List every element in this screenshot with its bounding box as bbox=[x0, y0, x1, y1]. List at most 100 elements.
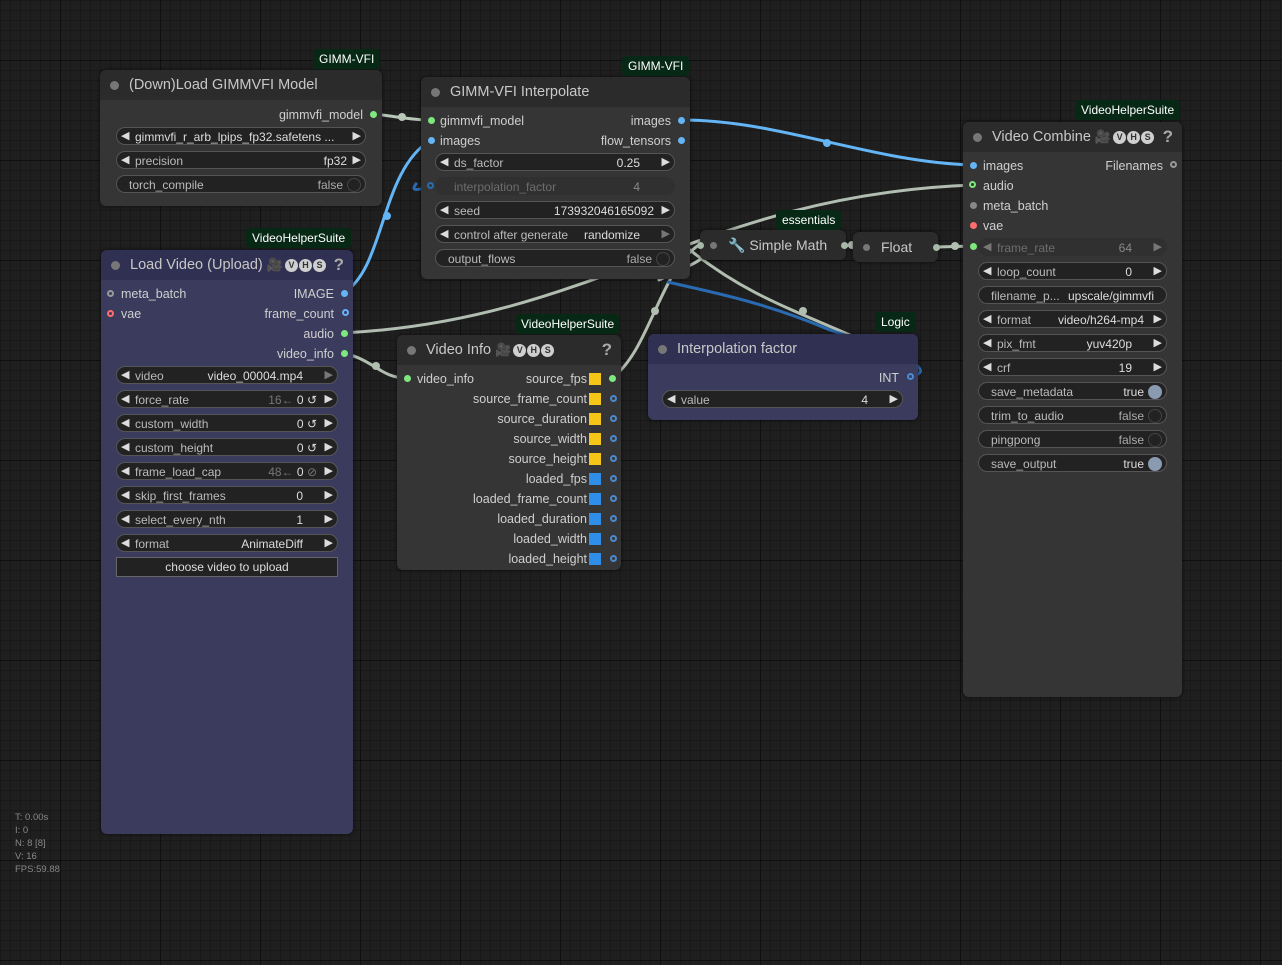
chevron-right-icon[interactable]: ▶ bbox=[890, 392, 898, 405]
wire-interp-factor[interactable] bbox=[688, 248, 852, 337]
chevron-right-icon[interactable]: ▶ bbox=[1154, 264, 1162, 277]
output-audio-port[interactable] bbox=[341, 330, 348, 337]
input-vae-port[interactable] bbox=[107, 310, 114, 317]
custom-height-input[interactable]: ◀ custom_height 0 ↺ ▶ bbox=[116, 438, 338, 456]
output-port[interactable] bbox=[933, 244, 940, 251]
input-video-info-port[interactable] bbox=[404, 375, 411, 382]
chevron-left-icon[interactable]: ◀ bbox=[667, 392, 675, 405]
help-icon[interactable]: ? bbox=[602, 340, 612, 360]
seed-input[interactable]: ◀ seed 173932046165092 ▶ bbox=[435, 201, 675, 219]
chevron-left-icon[interactable]: ◀ bbox=[983, 336, 991, 349]
input-vae-port[interactable] bbox=[970, 222, 977, 229]
frame-load-cap-input[interactable]: ◀ frame_load_cap 48← 0 ⊘ ▶ bbox=[116, 462, 338, 480]
chevron-right-icon[interactable]: ▶ bbox=[325, 440, 333, 453]
chevron-left-icon[interactable]: ◀ bbox=[121, 392, 129, 405]
collapse-dot[interactable] bbox=[863, 244, 870, 251]
help-icon[interactable]: ? bbox=[334, 255, 344, 275]
chevron-right-icon[interactable]: ▶ bbox=[325, 488, 333, 501]
model-selector[interactable]: ◀ gimmvfi_r_arb_lpips_fp32.safetens ... … bbox=[116, 127, 366, 145]
custom-width-input[interactable]: ◀ custom_width 0 ↺ ▶ bbox=[116, 414, 338, 432]
chevron-left-icon[interactable]: ◀ bbox=[983, 312, 991, 325]
collapse-dot[interactable] bbox=[407, 346, 416, 355]
pix-fmt-selector[interactable]: ◀ pix_fmt yuv420p ▶ bbox=[978, 334, 1167, 352]
reset-icon[interactable]: ↺ bbox=[307, 441, 317, 455]
output-images-port[interactable] bbox=[678, 117, 685, 124]
chevron-left-icon[interactable]: ◀ bbox=[440, 203, 448, 216]
output-loaded-height-port[interactable] bbox=[610, 555, 617, 562]
output-video-info-port[interactable] bbox=[341, 350, 348, 357]
force-rate-input[interactable]: ◀ force_rate 16← 0 ↺ ▶ bbox=[116, 390, 338, 408]
input-meta-batch-port[interactable] bbox=[970, 202, 977, 209]
input-images-port[interactable] bbox=[970, 162, 977, 169]
node-video-combine[interactable]: Video Combine 🎥 V H S ? images audio meta_b… bbox=[963, 122, 1182, 697]
chevron-right-icon[interactable]: ▶ bbox=[662, 227, 670, 240]
torch-compile-toggle[interactable]: torch_compile false bbox=[116, 175, 366, 193]
output-image-port[interactable] bbox=[341, 290, 348, 297]
node-title-bar[interactable]: Video Info 🎥 V H S ? bbox=[397, 335, 621, 365]
collapse-dot[interactable] bbox=[658, 345, 667, 354]
chevron-left-icon[interactable]: ◀ bbox=[121, 416, 129, 429]
reset-icon[interactable]: ↺ bbox=[307, 393, 317, 407]
collapse-dot[interactable] bbox=[110, 81, 119, 90]
video-selector[interactable]: ◀ video video_00004.mp4 ▶ bbox=[116, 366, 338, 384]
format-selector[interactable]: ◀ format video/h264-mp4 ▶ bbox=[978, 310, 1167, 328]
output-source-width-port[interactable] bbox=[610, 435, 617, 442]
choose-video-upload-button[interactable]: choose video to upload bbox=[116, 557, 338, 577]
node-title-bar[interactable]: Video Combine 🎥 V H S ? bbox=[963, 122, 1182, 152]
chevron-left-icon[interactable]: ◀ bbox=[121, 488, 129, 501]
output-loaded-frame-count-port[interactable] bbox=[610, 495, 617, 502]
chevron-right-icon[interactable]: ▶ bbox=[353, 129, 361, 142]
output-port[interactable] bbox=[841, 242, 848, 249]
trim-to-audio-toggle[interactable]: trim_to_audio false bbox=[978, 406, 1167, 424]
input-meta-batch-port[interactable] bbox=[107, 290, 114, 297]
input-audio-port[interactable] bbox=[969, 181, 976, 188]
chevron-right-icon[interactable]: ▶ bbox=[353, 153, 361, 166]
chevron-right-icon[interactable]: ▶ bbox=[325, 368, 333, 381]
save-metadata-toggle[interactable]: save_metadata true bbox=[978, 382, 1167, 400]
chevron-right-icon[interactable]: ▶ bbox=[325, 416, 333, 429]
chevron-right-icon[interactable]: ▶ bbox=[325, 464, 333, 477]
output-int-port[interactable] bbox=[907, 373, 914, 380]
skip-first-frames-input[interactable]: ◀ skip_first_frames 0 ▶ bbox=[116, 486, 338, 504]
chevron-right-icon[interactable]: ▶ bbox=[325, 536, 333, 549]
output-source-fps-port[interactable] bbox=[609, 375, 616, 382]
node-title-bar[interactable]: GIMM-VFI Interpolate bbox=[421, 77, 690, 107]
collapse-dot[interactable] bbox=[111, 261, 120, 270]
node-load-video-upload[interactable]: Load Video (Upload) 🎥 V H S ? meta_batch va… bbox=[101, 250, 353, 834]
input-images-port[interactable] bbox=[428, 137, 435, 144]
select-every-nth-input[interactable]: ◀ select_every_nth 1 ▶ bbox=[116, 510, 338, 528]
chevron-left-icon[interactable]: ◀ bbox=[121, 129, 129, 142]
input-frame-rate-port[interactable] bbox=[970, 243, 977, 250]
node-title-bar[interactable]: Load Video (Upload) 🎥 V H S ? bbox=[101, 250, 353, 280]
precision-selector[interactable]: ◀ precision fp32 ▶ bbox=[116, 151, 366, 169]
chevron-right-icon[interactable]: ▶ bbox=[325, 512, 333, 525]
chevron-right-icon[interactable]: ▶ bbox=[662, 203, 670, 216]
chevron-left-icon[interactable]: ◀ bbox=[121, 512, 129, 525]
node-float[interactable]: Float bbox=[853, 232, 940, 262]
value-input[interactable]: ◀ value 4 ▶ bbox=[662, 390, 903, 408]
output-loaded-fps-port[interactable] bbox=[610, 475, 617, 482]
node-interpolation-factor[interactable]: Interpolation factor INT ◀ value 4 ▶ bbox=[648, 334, 918, 420]
collapse-dot[interactable] bbox=[710, 242, 717, 249]
chevron-left-icon[interactable]: ◀ bbox=[121, 536, 129, 549]
output-loaded-duration-port[interactable] bbox=[610, 515, 617, 522]
node-simple-math[interactable]: 🔧 Simple Math bbox=[697, 230, 848, 260]
node-gimm-vfi-interpolate[interactable]: GIMM-VFI Interpolate gimmvfi_model image… bbox=[421, 77, 690, 279]
save-output-toggle[interactable]: save_output true bbox=[978, 454, 1167, 472]
node-video-info[interactable]: Video Info 🎥 V H S ? video_info source_fps s… bbox=[397, 335, 621, 570]
input-gimmvfi-model-port[interactable] bbox=[428, 117, 435, 124]
filename-prefix-input[interactable]: filename_p... upscale/gimmvfi bbox=[978, 286, 1167, 304]
node-title-bar[interactable]: (Down)Load GIMMVFI Model bbox=[100, 70, 382, 100]
chevron-left-icon[interactable]: ◀ bbox=[440, 155, 448, 168]
node-load-gimmvfi-model[interactable]: (Down)Load GIMMVFI Model gimmvfi_model ◀… bbox=[100, 70, 382, 206]
control-after-generate-selector[interactable]: ◀ control after generate randomize ▶ bbox=[435, 225, 675, 243]
loop-count-input[interactable]: ◀ loop_count 0 ▶ bbox=[978, 262, 1167, 280]
output-gimmvfi-model-port[interactable] bbox=[370, 111, 377, 118]
output-source-frame-count-port[interactable] bbox=[610, 395, 617, 402]
output-flow-tensors-port[interactable] bbox=[678, 137, 685, 144]
chevron-left-icon[interactable]: ◀ bbox=[121, 440, 129, 453]
chevron-right-icon[interactable]: ▶ bbox=[662, 155, 670, 168]
help-icon[interactable]: ? bbox=[1163, 127, 1173, 147]
collapse-dot[interactable] bbox=[431, 88, 440, 97]
output-loaded-width-port[interactable] bbox=[610, 535, 617, 542]
